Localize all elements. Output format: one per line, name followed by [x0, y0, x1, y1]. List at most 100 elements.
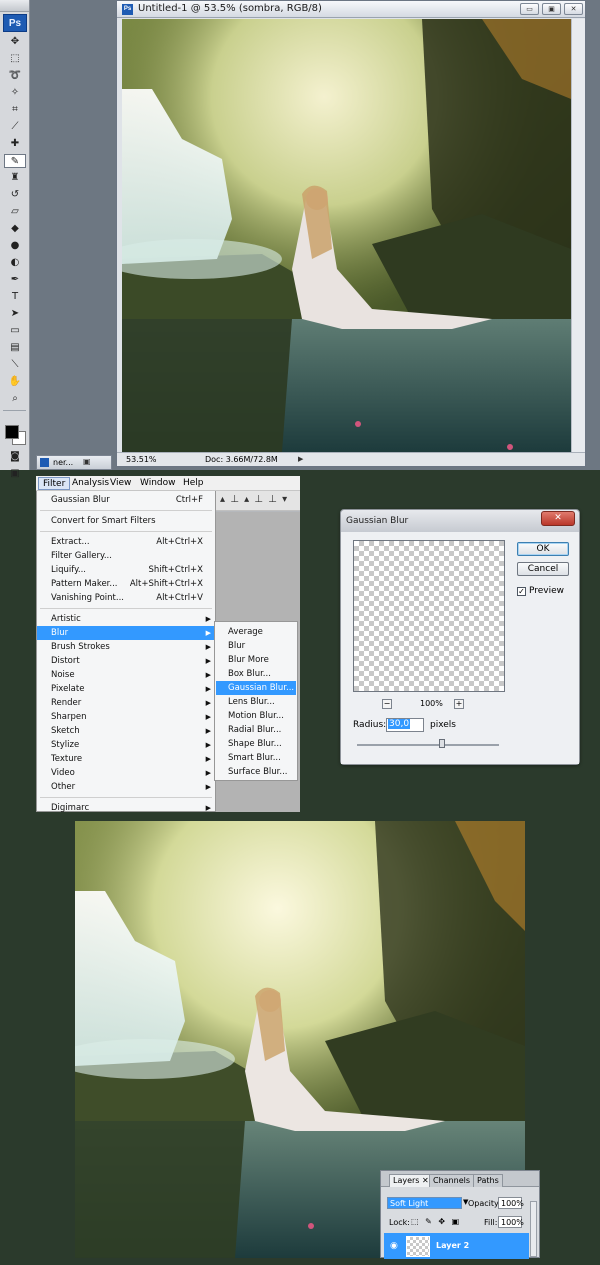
toolbox-grip[interactable]	[0, 0, 29, 12]
blur-submenu-item-lens-blur[interactable]: Lens Blur...	[216, 695, 296, 709]
dialog-titlebar[interactable]: Gaussian Blur ✕	[341, 510, 579, 532]
radius-slider-track[interactable]	[357, 744, 499, 746]
filter-menu-item-sharpen[interactable]: Sharpen ▶	[37, 710, 215, 724]
radius-slider-thumb[interactable]	[439, 739, 446, 748]
menu-filter[interactable]: Filter	[38, 477, 71, 490]
filter-menu-item-video[interactable]: Video ▶	[37, 766, 215, 780]
slice-tool-icon[interactable]: ⟋	[4, 120, 26, 134]
menu-help[interactable]: Help	[179, 477, 208, 490]
blur-submenu-item-box-blur[interactable]: Box Blur...	[216, 667, 296, 681]
layers-panel-tabs: Layers ✕ Channels Paths	[381, 1171, 539, 1187]
layers-vertical-scrollbar[interactable]	[530, 1201, 537, 1257]
preview-label: Preview	[529, 586, 565, 596]
path-selection-tool-icon[interactable]: ➤	[4, 307, 26, 321]
filter-menu-item-blur[interactable]: Blur ▶	[37, 626, 215, 640]
blend-mode-select[interactable]: Soft Light	[387, 1197, 462, 1209]
healing-brush-tool-icon[interactable]: ✚	[4, 137, 26, 151]
blur-submenu-item-average[interactable]: Average	[216, 625, 296, 639]
quick-mask-icon[interactable]: ◙	[4, 450, 26, 464]
preview-zoom-level: 100%	[420, 699, 443, 708]
filter-menu-item-convert-for-smart-filters[interactable]: Convert for Smart Filters	[37, 514, 215, 528]
crop-tool-icon[interactable]: ⌗	[4, 103, 26, 117]
close-button[interactable]: ✕	[564, 3, 583, 15]
document-vertical-scrollbar[interactable]	[571, 19, 585, 452]
tab-paths[interactable]: Paths	[473, 1174, 503, 1187]
status-menu-arrow-icon[interactable]: ▶	[298, 455, 303, 463]
menu-view[interactable]: View	[106, 477, 135, 490]
lasso-tool-icon[interactable]: ➰	[4, 69, 26, 83]
tab-channels[interactable]: Channels	[429, 1174, 475, 1187]
eyedropper-tool-icon[interactable]: ⟍	[4, 358, 26, 372]
marquee-tool-icon[interactable]: ⬚	[4, 52, 26, 66]
magic-wand-tool-icon[interactable]: ✧	[4, 86, 26, 100]
paint-bucket-tool-icon[interactable]: ◆	[4, 222, 26, 236]
filter-menu-item-distort[interactable]: Distort ▶	[37, 654, 215, 668]
filter-menu-item-other[interactable]: Other ▶	[37, 780, 215, 794]
filter-menu-item-liquify[interactable]: Liquify... Shift+Ctrl+X	[37, 563, 215, 577]
menu-window[interactable]: Window	[136, 477, 180, 490]
opacity-input[interactable]: 100%	[498, 1197, 524, 1209]
move-tool-icon[interactable]: ✥	[4, 35, 26, 49]
restore-button[interactable]: ▣	[542, 3, 561, 15]
zoom-level[interactable]: 53.51%	[126, 455, 157, 464]
blur-submenu-item-gaussian-blur[interactable]: Gaussian Blur...	[216, 681, 296, 695]
shape-tool-icon[interactable]: ▭	[4, 324, 26, 338]
dodge-tool-icon[interactable]: ◐	[4, 256, 26, 270]
lock-options-icons[interactable]: ⬚ ✎ ✥ ▣	[411, 1217, 461, 1226]
minimize-button[interactable]: ▭	[520, 3, 539, 15]
pen-tool-icon[interactable]: ✒	[4, 273, 26, 287]
hand-tool-icon[interactable]: ✋	[4, 375, 26, 389]
foreground-color-swatch[interactable]	[5, 425, 19, 439]
filter-menu-item-texture[interactable]: Texture ▶	[37, 752, 215, 766]
filter-menu-item-stylize[interactable]: Stylize ▶	[37, 738, 215, 752]
zoom-in-button[interactable]: +	[454, 699, 464, 709]
filter-menu-item-artistic[interactable]: Artistic ▶	[37, 612, 215, 626]
blur-submenu-item-blur[interactable]: Blur	[216, 639, 296, 653]
filter-menu-item-gaussian-blur[interactable]: Gaussian Blur Ctrl+F	[37, 493, 215, 507]
filter-menu-item-extract[interactable]: Extract... Alt+Ctrl+X	[37, 535, 215, 549]
menu-item-label: Pixelate	[51, 684, 85, 694]
dialog-title: Gaussian Blur	[346, 516, 409, 526]
filter-menu-item-brush-strokes[interactable]: Brush Strokes ▶	[37, 640, 215, 654]
submenu-arrow-icon: ▶	[205, 615, 211, 623]
blur-tool-icon[interactable]: ●	[4, 239, 26, 253]
filter-menu-item-digimarc[interactable]: Digimarc ▶	[37, 801, 215, 815]
document-canvas[interactable]	[122, 19, 571, 452]
blur-submenu-item-motion-blur[interactable]: Motion Blur...	[216, 709, 296, 723]
filter-menu-item-vanishing-point[interactable]: Vanishing Point... Alt+Ctrl+V	[37, 591, 215, 605]
blur-submenu-item-blur-more[interactable]: Blur More	[216, 653, 296, 667]
tab-layers[interactable]: Layers ✕	[389, 1174, 433, 1187]
filter-menu-item-filter-gallery[interactable]: Filter Gallery...	[37, 549, 215, 563]
filter-menu-item-render[interactable]: Render ▶	[37, 696, 215, 710]
preview-checkbox[interactable]: ✓	[517, 587, 526, 596]
cancel-button[interactable]: Cancel	[517, 562, 569, 576]
filter-menu-item-pattern-maker[interactable]: Pattern Maker... Alt+Shift+Ctrl+X	[37, 577, 215, 591]
blur-submenu-item-surface-blur[interactable]: Surface Blur...	[216, 765, 296, 779]
history-brush-tool-icon[interactable]: ↺	[4, 188, 26, 202]
notes-tool-icon[interactable]: ▤	[4, 341, 26, 355]
ok-button[interactable]: OK	[517, 542, 569, 556]
filter-menu-item-sketch[interactable]: Sketch ▶	[37, 724, 215, 738]
minimized-document-tab[interactable]: ner... ▣	[36, 455, 112, 470]
zoom-tool-icon[interactable]: ⌕	[4, 392, 26, 406]
filter-menu-item-pixelate[interactable]: Pixelate ▶	[37, 682, 215, 696]
fill-input[interactable]: 100%	[498, 1216, 524, 1228]
screen-mode-icon[interactable]: ▣	[4, 467, 26, 481]
type-tool-icon[interactable]: T	[4, 290, 26, 304]
blur-submenu-item-radial-blur[interactable]: Radial Blur...	[216, 723, 296, 737]
filter-menu-item-noise[interactable]: Noise ▶	[37, 668, 215, 682]
menu-item-label: Blur	[51, 628, 69, 638]
brush-tool-icon[interactable]: ✎	[4, 154, 26, 168]
blur-submenu-item-shape-blur[interactable]: Shape Blur...	[216, 737, 296, 751]
blur-submenu-item-smart-blur[interactable]: Smart Blur...	[216, 751, 296, 765]
zoom-out-button[interactable]: −	[382, 699, 392, 709]
dialog-close-button[interactable]: ✕	[541, 511, 575, 526]
eraser-tool-icon[interactable]: ▱	[4, 205, 26, 219]
document-titlebar[interactable]: Ps Untitled-1 @ 53.5% (sombra, RGB/8) ▭ …	[117, 1, 585, 18]
clone-stamp-tool-icon[interactable]: ♜	[4, 171, 26, 185]
radius-input[interactable]: 30,0	[386, 718, 424, 732]
eye-icon[interactable]: ◉	[390, 1241, 398, 1251]
minimized-tab-buttons[interactable]: ▣	[83, 457, 94, 466]
blur-preview-area[interactable]	[353, 540, 505, 692]
layer-row[interactable]: ◉ Layer 2	[384, 1233, 529, 1259]
